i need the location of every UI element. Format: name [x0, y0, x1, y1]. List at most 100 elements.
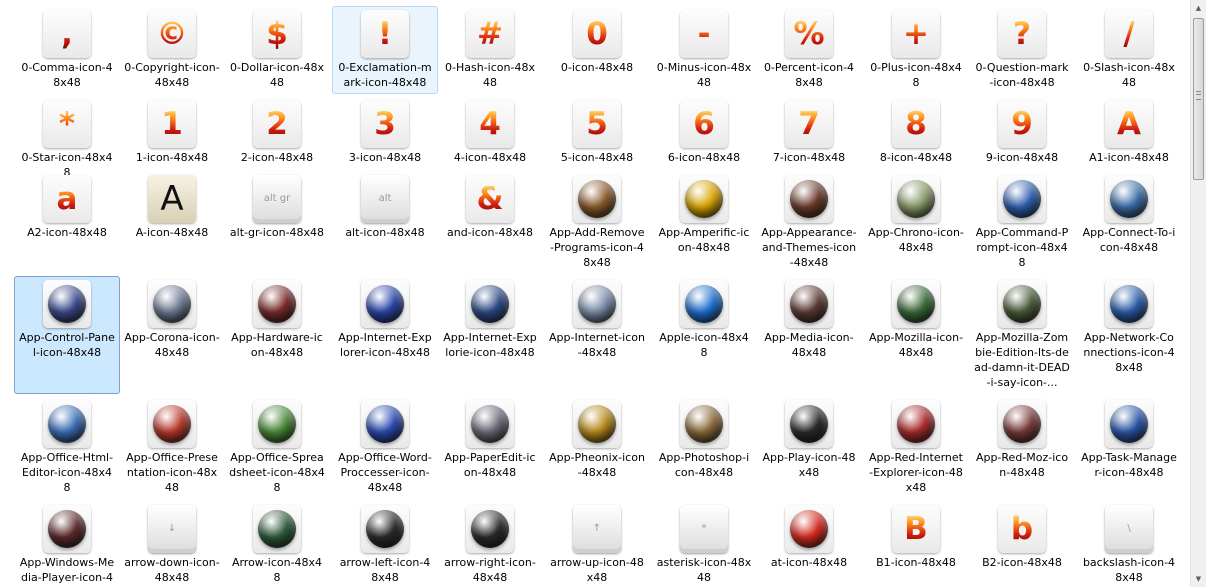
file-item[interactable]: App-Amperific-icon-48x48 [651, 171, 757, 274]
file-item[interactable]: ? 0-Question-mark-icon-48x48 [969, 6, 1075, 94]
file-item[interactable]: App-Office-Html-Editor-icon-48x48 [14, 396, 120, 499]
file-item[interactable]: App-Command-Prompt-icon-48x48 [969, 171, 1075, 274]
scroll-down-arrow-icon[interactable]: ▼ [1191, 571, 1206, 587]
glyph-icon: alt [378, 193, 392, 204]
file-item[interactable]: App-Network-Connections-icon-48x48 [1076, 276, 1182, 394]
file-item[interactable]: +0-Plus-icon-48x48 [863, 6, 969, 94]
glyph-icon: $ [266, 15, 288, 52]
file-thumbnail-icon: 6 [680, 100, 728, 148]
file-item[interactable]: App-Control-Panel-icon-48x48 [14, 276, 120, 394]
file-item[interactable]: App-Hardware-icon-48x48 [224, 276, 330, 394]
file-thumbnail-icon [573, 175, 621, 223]
file-item[interactable]: Apple-icon-48x48 [651, 276, 757, 394]
file-item[interactable]: / 0-Slash-icon-48x48 [1076, 6, 1182, 94]
file-item[interactable]: App-Task-Manager-icon-48x48 [1076, 396, 1182, 499]
file-item[interactable]: App-Office-Word-Proccesser-icon-48x48 [332, 396, 438, 499]
file-item[interactable]: b B2-icon-48x48 [969, 501, 1075, 587]
file-item[interactable]: App-Corona-icon-48x48 [119, 276, 225, 394]
app-icon [366, 285, 404, 323]
file-item[interactable]: 3 3-icon-48x48 [332, 96, 438, 169]
file-thumbnail-icon [148, 400, 196, 448]
file-item[interactable]: App-Mozilla-icon-48x48 [863, 276, 969, 394]
file-item[interactable]: App-Add-Remove-Programs-icon-48x48 [544, 171, 650, 274]
file-item[interactable]: App-Connect-To-icon-48x48 [1076, 171, 1182, 274]
file-item[interactable]: * 0-Star-icon-48x48 [14, 96, 120, 179]
file-item[interactable]: App-Red-Internet-Explorer-icon-48x48 [863, 396, 969, 499]
file-item[interactable]: App-Windows-Media-Player-icon-48x48 [14, 501, 120, 587]
file-name-label: App-Command-Prompt-icon-48x48 [975, 226, 1069, 269]
file-item[interactable]: - 0-Minus-icon-48x48 [651, 6, 757, 94]
file-thumbnail-icon: a [43, 175, 91, 223]
file-name-label: A1-icon-48x48 [1089, 151, 1169, 164]
vertical-scrollbar[interactable]: ▲ ▼ [1190, 0, 1206, 587]
file-thumbnail-icon: A [148, 175, 196, 223]
file-item[interactable]: arrow-left-icon-48x48 [332, 501, 438, 587]
file-item[interactable]: , 0-Comma-icon-48x48 [14, 6, 120, 94]
file-thumbnail-icon [892, 280, 940, 328]
scroll-up-arrow-icon[interactable]: ▲ [1191, 0, 1206, 16]
file-item[interactable]: App-Photoshop-icon-48x48 [651, 396, 757, 499]
file-item[interactable]: ↓ arrow-down-icon-48x48 [119, 501, 225, 587]
file-item[interactable]: 4 4-icon-48x48 [437, 96, 543, 169]
file-thumbnail-icon: + [892, 10, 940, 58]
file-item[interactable]: 9 9-icon-48x48 [969, 96, 1075, 169]
file-item[interactable]: App-Red-Moz-icon-48x48 [969, 396, 1075, 499]
file-name-label: App-Red-Moz-icon-48x48 [975, 451, 1069, 479]
file-item[interactable]: at-icon-48x48 [756, 501, 862, 587]
file-item[interactable]: $0-Dollar-icon-48x48 [224, 6, 330, 94]
file-item[interactable]: ↑ arrow-up-icon-48x48 [544, 501, 650, 587]
file-item[interactable]: App-Pheonix-icon-48x48 [544, 396, 650, 499]
file-item[interactable]: App-PaperEdit-icon-48x48 [437, 396, 543, 499]
file-item[interactable]: a A2-icon-48x48 [14, 171, 120, 274]
file-item[interactable]: App-Internet-Explorer-icon-48x48 [332, 276, 438, 394]
file-item[interactable]: & and-icon-48x48 [437, 171, 543, 274]
file-item[interactable]: #0-Hash-icon-48x48 [437, 6, 543, 94]
file-item[interactable]: B B1-icon-48x48 [863, 501, 969, 587]
file-item[interactable]: App-Office-Spreadsheet-icon-48x48 [224, 396, 330, 499]
file-thumbnail-icon [361, 400, 409, 448]
file-item[interactable]: 6 6-icon-48x48 [651, 96, 757, 169]
file-item[interactable]: App-Play-icon-48x48 [756, 396, 862, 499]
file-item[interactable]: App-Mozilla-Zombie-Edition-Its-dead-damn… [969, 276, 1075, 394]
file-item[interactable]: App-Office-Presentation-icon-48x48 [119, 396, 225, 499]
app-icon [153, 285, 191, 323]
file-item[interactable]: 2 2-icon-48x48 [224, 96, 330, 169]
file-name-label: 0-icon-48x48 [560, 61, 634, 74]
glyph-icon: A [1117, 105, 1141, 142]
file-item[interactable]: App-Chrono-icon-48x48 [863, 171, 969, 274]
file-thumbnail-icon [680, 280, 728, 328]
file-name-label: 0-Copyright-icon-48x48 [124, 61, 220, 89]
file-item[interactable]: alt alt-icon-48x48 [332, 171, 438, 274]
file-item[interactable]: App-Media-icon-48x48 [756, 276, 862, 394]
file-item[interactable]: alt gr alt-gr-icon-48x48 [224, 171, 330, 274]
file-item[interactable]: * asterisk-icon-48x48 [651, 501, 757, 587]
file-item[interactable]: App-Internet-icon-48x48 [544, 276, 650, 394]
file-item[interactable]: 7 7-icon-48x48 [756, 96, 862, 169]
file-item[interactable]: Arrow-icon-48x48 [224, 501, 330, 587]
file-item[interactable]: 1 1-icon-48x48 [119, 96, 225, 169]
app-icon [1110, 285, 1148, 323]
file-item[interactable]: App-Appearance-and-Themes-icon-48x48 [756, 171, 862, 274]
file-name-label: 0-Hash-icon-48x48 [445, 61, 535, 89]
app-icon [1110, 405, 1148, 443]
file-thumbnail-icon: * [43, 100, 91, 148]
file-name-label: App-Office-Spreadsheet-icon-48x48 [229, 451, 325, 494]
file-thumbnail-icon: - [680, 10, 728, 58]
file-name-label: App-Mozilla-Zombie-Edition-Its-dead-damn… [974, 331, 1070, 389]
file-item[interactable]: A A-icon-48x48 [119, 171, 225, 274]
file-item[interactable]: A A1-icon-48x48 [1076, 96, 1182, 169]
file-item[interactable]: 8 8-icon-48x48 [863, 96, 969, 169]
file-name-label: asterisk-icon-48x48 [656, 556, 752, 584]
scrollbar-thumb[interactable] [1193, 18, 1204, 180]
file-item[interactable]: ! 0-Exclamation-mark-icon-48x48 [332, 6, 438, 94]
glyph-icon: alt gr [263, 193, 291, 204]
file-item[interactable]: App-Internet-Explorie-icon-48x48 [437, 276, 543, 394]
file-name-label: Arrow-icon-48x48 [231, 556, 323, 584]
file-name-label: App-PaperEdit-icon-48x48 [444, 451, 536, 479]
file-item[interactable]: 5 5-icon-48x48 [544, 96, 650, 169]
file-item[interactable]: 0 0-icon-48x48 [544, 6, 650, 94]
file-item[interactable]: arrow-right-icon-48x48 [437, 501, 543, 587]
file-item[interactable]: © 0-Copyright-icon-48x48 [119, 6, 225, 94]
file-item[interactable]: \ backslash-icon-48x48 [1076, 501, 1182, 587]
file-item[interactable]: % 0-Percent-icon-48x48 [756, 6, 862, 94]
